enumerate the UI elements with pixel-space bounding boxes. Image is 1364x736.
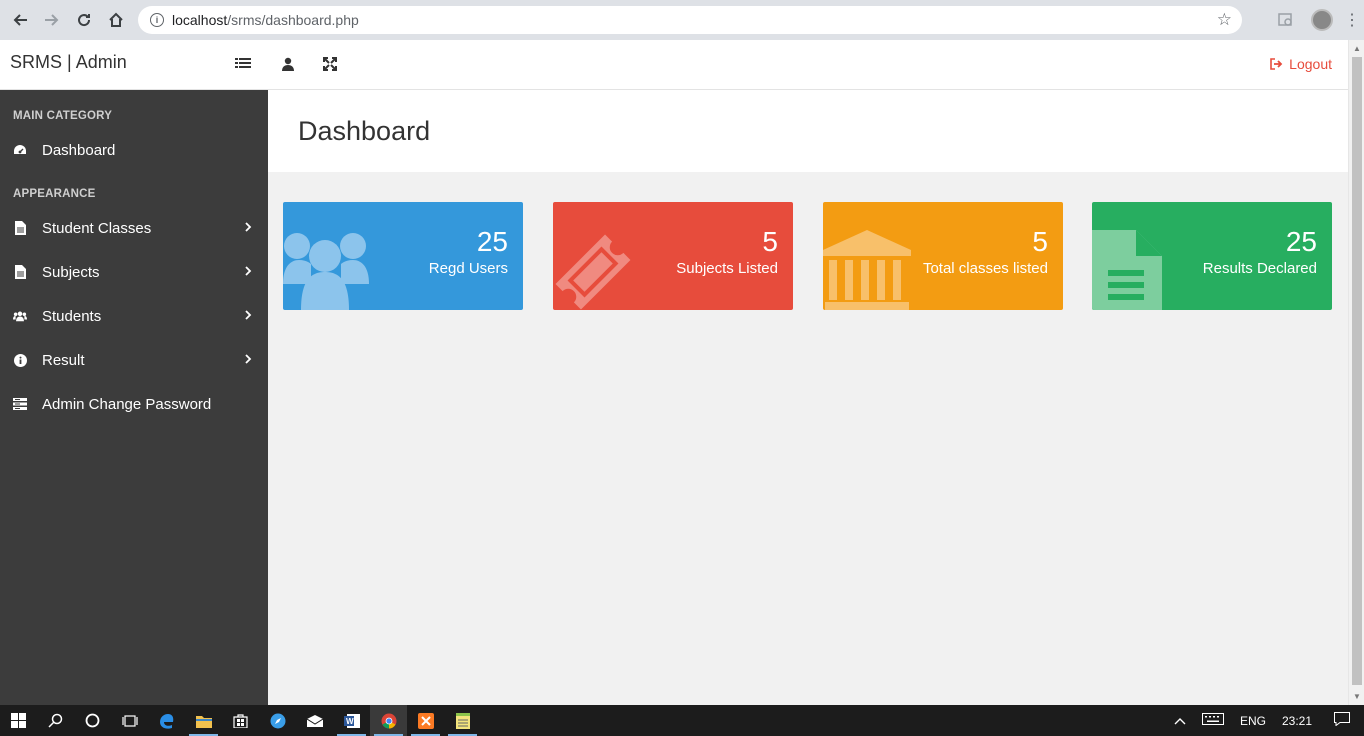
clock[interactable]: 23:21 xyxy=(1282,714,1312,728)
fullscreen-icon[interactable] xyxy=(321,55,339,73)
sidebar-item-label: Student Classes xyxy=(42,219,152,237)
sidebar-item-label: Subjects xyxy=(42,263,100,281)
scroll-up-icon[interactable]: ▲ xyxy=(1353,44,1361,53)
sidebar-item-label: Admin Change Password xyxy=(42,395,212,413)
stat-count: 25 xyxy=(1285,226,1317,257)
store-icon[interactable] xyxy=(222,705,259,736)
notepad-icon[interactable] xyxy=(444,705,481,736)
url-host: localhost xyxy=(172,12,228,28)
stat-label: Regd Users xyxy=(428,260,508,277)
sidebar-item-student-classes[interactable]: Student Classes xyxy=(0,208,268,248)
sidebar-item-label: Students xyxy=(42,307,102,325)
users-icon xyxy=(13,310,27,322)
url-path: /srms/dashboard.php xyxy=(227,12,359,28)
search-tab-icon[interactable] xyxy=(1268,0,1304,40)
stat-count: 25 xyxy=(476,226,508,257)
scroll-down-icon[interactable]: ▼ xyxy=(1353,692,1361,701)
dashboard-icon xyxy=(13,144,27,156)
section-title-main: MAIN CATEGORY xyxy=(13,110,113,122)
stat-label: Total classes listed xyxy=(922,260,1048,277)
app-header: SRMS | Admin Logout xyxy=(0,40,1348,90)
sidebar-item-admin-change-password[interactable]: Admin Change Password xyxy=(0,384,268,424)
chevron-up-icon[interactable] xyxy=(1174,714,1186,728)
menu-dots-icon[interactable]: ⋮ xyxy=(1340,0,1364,40)
reload-button[interactable] xyxy=(68,0,100,40)
list-toggle-icon[interactable] xyxy=(234,55,252,73)
ticket-icon xyxy=(555,234,631,310)
notification-icon[interactable] xyxy=(1334,712,1350,729)
word-icon[interactable]: W xyxy=(333,705,370,736)
page-title: Dashboard xyxy=(298,116,431,146)
forward-button[interactable] xyxy=(36,0,68,40)
sidebar-item-dashboard[interactable]: Dashboard xyxy=(0,130,268,170)
stat-card-total-classes[interactable]: 5 Total classes listed xyxy=(823,202,1063,310)
server-icon xyxy=(13,398,27,410)
page-header: Dashboard xyxy=(268,90,1348,172)
chevron-right-icon xyxy=(245,221,252,235)
browser-toolbar: i localhost/srms/dashboard.php ☆ ⋮ xyxy=(0,0,1364,40)
mail-icon[interactable] xyxy=(296,705,333,736)
search-icon[interactable] xyxy=(37,705,74,736)
stat-count: 5 xyxy=(1032,226,1048,257)
file-text-icon xyxy=(1092,230,1162,310)
safari-icon[interactable] xyxy=(259,705,296,736)
sidebar-item-subjects[interactable]: Subjects xyxy=(0,252,268,292)
sidebar: MAIN CATEGORY Dashboard APPEARANCE Stude… xyxy=(0,90,268,705)
sidebar-item-result[interactable]: Result xyxy=(0,340,268,380)
file-icon xyxy=(13,221,27,235)
stat-count: 5 xyxy=(762,226,778,257)
info-icon[interactable]: i xyxy=(150,13,164,27)
sidebar-item-students[interactable]: Students xyxy=(0,296,268,336)
chrome-icon[interactable] xyxy=(370,705,407,736)
file-icon xyxy=(13,265,27,279)
stat-label: Results Declared xyxy=(1202,260,1317,277)
scroll-thumb[interactable] xyxy=(1352,57,1362,685)
stat-card-results-declared[interactable]: 25 Results Declared xyxy=(1092,202,1332,310)
file-explorer-icon[interactable] xyxy=(185,705,222,736)
svg-text:W: W xyxy=(346,717,354,726)
user-icon[interactable] xyxy=(279,55,297,73)
stat-card-subjects-listed[interactable]: 5 Subjects Listed xyxy=(553,202,793,310)
keyboard-icon[interactable] xyxy=(1201,713,1224,728)
stat-label: Subjects Listed xyxy=(676,260,778,277)
sidebar-item-label: Dashboard xyxy=(42,141,116,159)
brand-title[interactable]: SRMS | Admin xyxy=(10,52,127,73)
info-icon xyxy=(13,353,27,367)
task-view-icon[interactable] xyxy=(111,705,148,736)
profile-avatar[interactable] xyxy=(1304,0,1340,40)
back-button[interactable] xyxy=(4,0,36,40)
browser-actions: ⋮ xyxy=(1268,0,1364,40)
xampp-icon[interactable] xyxy=(407,705,444,736)
logout-button[interactable]: Logout xyxy=(1270,56,1332,72)
start-icon[interactable] xyxy=(0,705,37,736)
bank-icon xyxy=(823,230,911,310)
home-button[interactable] xyxy=(100,0,132,40)
cortana-icon[interactable] xyxy=(74,705,111,736)
bookmark-star-icon[interactable]: ☆ xyxy=(1217,10,1232,30)
logout-label: Logout xyxy=(1289,56,1332,72)
sidebar-item-label: Result xyxy=(42,351,85,369)
system-tray: ENG 23:21 xyxy=(1166,705,1364,736)
edge-icon[interactable] xyxy=(148,705,185,736)
page-scrollbar[interactable]: ▲ ▼ xyxy=(1348,40,1364,705)
chevron-right-icon xyxy=(245,309,252,323)
address-bar[interactable]: i localhost/srms/dashboard.php ☆ xyxy=(138,6,1242,34)
stat-card-regd-users[interactable]: 25 Regd Users xyxy=(283,202,523,310)
windows-taskbar: W ENG 23:21 xyxy=(0,705,1364,736)
chevron-right-icon xyxy=(245,353,252,367)
section-title-appearance: APPEARANCE xyxy=(13,188,96,200)
chevron-right-icon xyxy=(245,265,252,279)
sign-out-icon xyxy=(1270,58,1283,70)
users-icon xyxy=(283,233,369,310)
language-indicator[interactable]: ENG xyxy=(1240,714,1266,728)
